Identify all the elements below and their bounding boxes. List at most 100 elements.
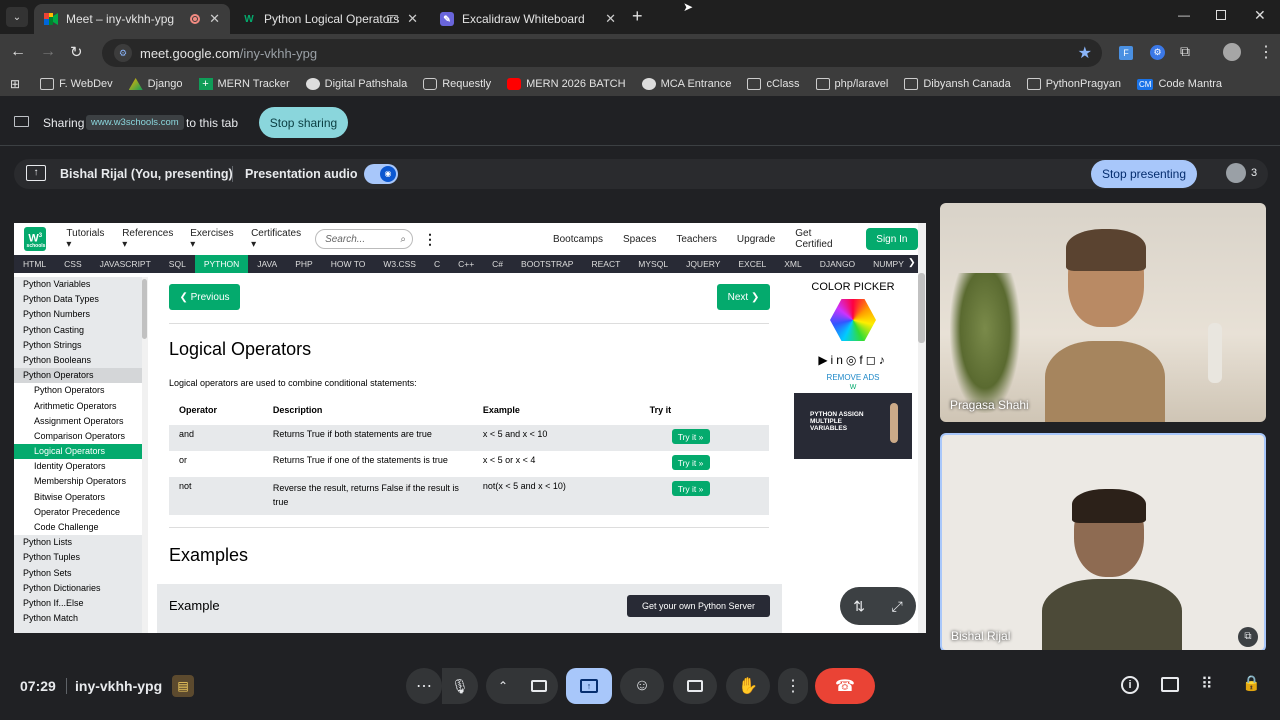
- link-get-certified[interactable]: Get Certified: [795, 228, 847, 250]
- nav-csharp[interactable]: C#: [483, 255, 512, 273]
- close-tab-icon[interactable]: ✕: [605, 11, 616, 27]
- reload-icon[interactable]: ↻: [70, 43, 83, 61]
- more-menu-icon[interactable]: ⋮: [423, 231, 437, 248]
- sidebar-item[interactable]: Python Data Types: [14, 292, 142, 307]
- tab-meet[interactable]: Meet – iny-vkhh-ypg ✕: [34, 4, 230, 34]
- sidebar-item[interactable]: Python Sets: [14, 566, 142, 581]
- close-window-button[interactable]: ✕: [1254, 7, 1266, 24]
- bookmark-item[interactable]: Requestly: [423, 78, 491, 90]
- sidebar-item[interactable]: Python Strings: [14, 338, 142, 353]
- more-options-button[interactable]: ⋯: [406, 668, 442, 704]
- bookmark-item[interactable]: CM Code Mantra: [1137, 78, 1222, 90]
- presentation-audio-toggle[interactable]: ◉: [364, 164, 398, 184]
- apps-grid-icon[interactable]: ⊞: [10, 77, 20, 91]
- forward-arrow-icon[interactable]: →: [40, 43, 56, 61]
- nav-python[interactable]: PYTHON: [194, 255, 249, 273]
- bookmark-star-icon[interactable]: ★: [1078, 43, 1092, 63]
- nav-mysql[interactable]: MYSQL: [629, 255, 677, 273]
- nav-react[interactable]: REACT: [582, 255, 629, 273]
- tab-python-logical-operators[interactable]: W Python Logical Operators ✕: [232, 4, 428, 34]
- page-scrollbar[interactable]: [918, 223, 926, 633]
- nav-html[interactable]: HTML: [14, 255, 55, 273]
- chat-icon[interactable]: [1161, 677, 1179, 692]
- extension-f-icon[interactable]: F: [1119, 46, 1133, 60]
- nav-css[interactable]: CSS: [55, 255, 90, 273]
- microphone-button[interactable]: 🎙: [442, 668, 478, 704]
- sidebar-subitem[interactable]: Operator Precedence: [14, 504, 142, 520]
- activities-grid-icon[interactable]: ⠿: [1201, 674, 1213, 694]
- fullscreen-icon[interactable]: ⤢: [892, 598, 903, 615]
- extension-gear-icon[interactable]: ⚙: [1150, 45, 1165, 60]
- close-tab-icon[interactable]: ✕: [407, 11, 418, 27]
- nav-java[interactable]: JAVA: [248, 255, 286, 273]
- link-teachers[interactable]: Teachers: [676, 234, 717, 245]
- menu-exercises[interactable]: Exercises ▾: [190, 228, 238, 250]
- sidebar-item[interactable]: Python Booleans: [14, 353, 142, 368]
- nav-c[interactable]: C: [425, 255, 449, 273]
- sidebar-subitem[interactable]: Python Operators: [14, 383, 142, 399]
- extensions-puzzle-icon[interactable]: ⧉: [1180, 43, 1190, 60]
- bookmark-item[interactable]: MCA Entrance: [641, 78, 731, 90]
- sign-in-button[interactable]: Sign In: [865, 228, 919, 250]
- tiktok-icon[interactable]: ♪: [879, 353, 888, 367]
- nav-sql[interactable]: SQL: [160, 255, 195, 273]
- participants-avatar-icon[interactable]: [1226, 163, 1246, 183]
- sidebar-subitem[interactable]: Arithmetic Operators: [14, 398, 142, 414]
- leave-call-button[interactable]: ☎: [815, 668, 875, 704]
- discord-icon[interactable]: ◎: [846, 353, 859, 367]
- nav-php[interactable]: PHP: [286, 255, 321, 273]
- bookmark-item[interactable]: Digital Pathshala: [305, 78, 407, 90]
- sidebar-subitem[interactable]: Identity Operators: [14, 459, 142, 475]
- menu-tutorials[interactable]: Tutorials ▾: [66, 228, 109, 250]
- sidebar-subitem[interactable]: Membership Operators: [14, 474, 142, 490]
- link-bootcamps[interactable]: Bootcamps: [553, 234, 603, 245]
- sidebar-subitem[interactable]: Bitwise Operators: [14, 489, 142, 505]
- sidebar-subitem[interactable]: Assignment Operators: [14, 413, 142, 429]
- camera-options-button[interactable]: ⌃: [486, 668, 520, 704]
- swap-icon[interactable]: ⇅: [853, 598, 865, 615]
- minimize-window-button[interactable]: —: [1178, 8, 1190, 22]
- tab-excalidraw[interactable]: ✎ Excalidraw Whiteboard ✕: [430, 4, 626, 34]
- link-upgrade[interactable]: Upgrade: [737, 234, 775, 245]
- next-button[interactable]: Next ❯: [717, 284, 770, 310]
- previous-button[interactable]: ❮ Previous: [169, 284, 240, 310]
- w3schools-logo[interactable]: W3 schools: [24, 227, 47, 251]
- participant-tile-bishal[interactable]: Bishal Rijal ⧉: [940, 433, 1266, 652]
- menu-certificates[interactable]: Certificates ▾: [251, 228, 305, 250]
- sidebar-item[interactable]: Python Lists: [14, 535, 142, 550]
- bookmark-item[interactable]: php/laravel: [815, 78, 888, 90]
- stop-sharing-button[interactable]: Stop sharing: [259, 107, 348, 138]
- sidebar-item[interactable]: Python Variables: [14, 277, 142, 292]
- remove-ads-link[interactable]: REMOVE ADS: [794, 373, 912, 382]
- bookmark-item[interactable]: + MERN Tracker: [198, 78, 290, 90]
- profile-avatar[interactable]: [1223, 43, 1241, 61]
- linkedin-icon[interactable]: in: [831, 353, 846, 367]
- close-tab-icon[interactable]: ✕: [209, 11, 220, 27]
- camera-button[interactable]: [520, 668, 558, 704]
- ad-banner[interactable]: PYTHON ASSIGN MULTIPLE VARIABLES: [794, 393, 912, 459]
- sidebar-subitem[interactable]: Comparison Operators: [14, 428, 142, 445]
- nav-w3css[interactable]: W3.CSS: [374, 255, 425, 273]
- try-it-button[interactable]: Try it »: [671, 455, 710, 470]
- nav-javascript[interactable]: JAVASCRIPT: [91, 255, 160, 273]
- participant-tile-pragasa[interactable]: Pragasa Shahi: [940, 203, 1266, 422]
- menu-references[interactable]: References ▾: [122, 228, 177, 250]
- try-it-button[interactable]: Try it »: [671, 481, 710, 496]
- host-controls-lock-icon[interactable]: 🔒: [1242, 674, 1261, 692]
- address-bar[interactable]: ⚙ meet.google.com/iny-vkhh-ypg ★: [102, 39, 1102, 67]
- sidebar-subitem[interactable]: Code Challenge: [14, 520, 142, 536]
- nav-howto[interactable]: HOW TO: [322, 255, 375, 273]
- sidebar-item[interactable]: Python Dictionaries: [14, 581, 142, 596]
- more-vert-button[interactable]: ⋮: [778, 668, 808, 704]
- bookmark-item[interactable]: Django: [128, 78, 183, 90]
- emoji-reactions-button[interactable]: ☺: [620, 668, 664, 704]
- sidebar-item[interactable]: Python Numbers: [14, 307, 142, 322]
- raise-hand-button[interactable]: ✋: [726, 668, 770, 704]
- captions-button[interactable]: [673, 668, 717, 704]
- sidebar-subitem-active[interactable]: Logical Operators: [14, 444, 142, 460]
- nav-bootstrap[interactable]: BOOTSTRAP: [512, 255, 582, 273]
- nav-django[interactable]: DJANGO: [811, 255, 864, 273]
- w3-search-input[interactable]: Search... ⌕: [315, 229, 413, 249]
- sidebar-item[interactable]: Python Operators: [14, 368, 142, 384]
- bookmark-item[interactable]: MERN 2026 BATCH: [507, 78, 626, 90]
